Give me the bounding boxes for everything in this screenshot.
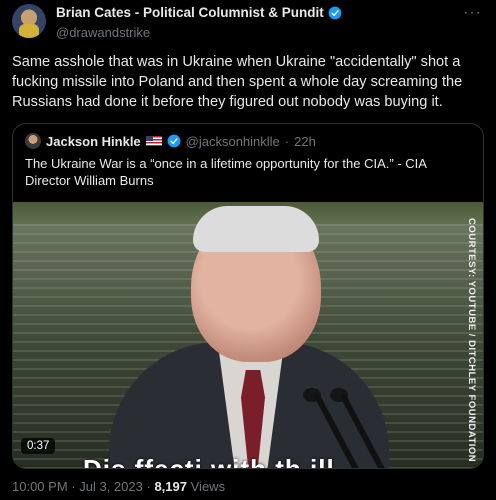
video-watermark: COURTESY: YOUTUBE / DITCHLEY FOUNDATION (465, 218, 477, 468)
quoted-tweet[interactable]: Jackson Hinkle @jacksonhinklle · 22h The… (12, 123, 484, 469)
us-flag-icon (145, 136, 162, 146)
tweet-date[interactable]: Jul 3, 2023 (79, 479, 143, 494)
tweet-header: Brian Cates - Political Columnist & Pund… (12, 4, 484, 44)
dot-separator: · (146, 479, 151, 494)
quoted-tweet-age[interactable]: 22h (294, 134, 316, 149)
author-handle[interactable]: @drawandstrike (56, 25, 150, 40)
author-display-name[interactable]: Brian Cates - Political Columnist & Pund… (56, 5, 324, 20)
quoted-tweet-header: Jackson Hinkle @jacksonhinklle · 22h (25, 133, 316, 149)
tweet-time[interactable]: 10:00 PM (12, 479, 68, 494)
quoted-tweet-text: The Ukraine War is a “once in a lifetime… (25, 156, 427, 188)
views-label: Views (190, 479, 226, 494)
more-dots-icon[interactable]: ··· (463, 4, 482, 22)
video-watermark-text: COURTESY: YOUTUBE / DITCHLEY FOUNDATION (466, 218, 477, 463)
quoted-author-handle[interactable]: @jacksonhinklle (186, 134, 280, 149)
speaker-hair (193, 206, 319, 252)
tweet-text: Same asshole that was in Ukraine when Uk… (12, 54, 463, 110)
video-caption: Dis ffecti with th ill (83, 454, 335, 468)
verified-badge-icon (328, 6, 342, 19)
dot-separator: · (284, 133, 290, 149)
tweet-meta: 10:00 PM · Jul 3, 2023 · 8,197 Views (12, 479, 225, 494)
dot-separator: · (71, 479, 76, 494)
quoted-author-avatar[interactable] (25, 133, 41, 149)
verified-badge-icon (167, 134, 181, 148)
quoted-author-name[interactable]: Jackson Hinkle (46, 134, 141, 149)
video-player[interactable]: COURTESY: YOUTUBE / DITCHLEY FOUNDATION … (13, 202, 483, 468)
video-duration-badge: 0:37 (21, 438, 56, 454)
author-avatar[interactable] (12, 4, 46, 38)
author-name-row: Brian Cates - Political Columnist & Pund… (56, 5, 342, 20)
views-count: 8,197 (154, 479, 187, 494)
